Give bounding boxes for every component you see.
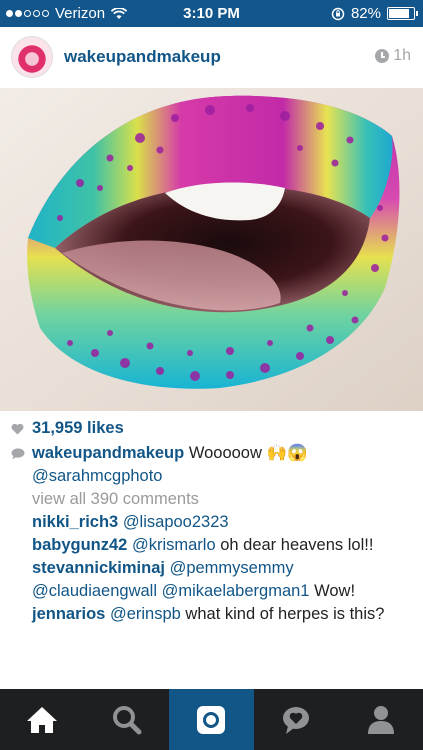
post-timestamp: 1h (375, 47, 411, 65)
comment-text: oh dear heavens lol!! (220, 536, 374, 554)
comment-mention[interactable]: @lisapoo2323 (123, 513, 229, 531)
status-bar: Verizon 3:10 PM 82% (0, 0, 423, 27)
battery-level (389, 9, 409, 18)
comment-text: what kind of herpes is this? (185, 605, 385, 623)
comment-row: jennarios @erinspb what kind of herpes i… (10, 603, 413, 626)
likes-count: 31,959 likes (32, 419, 124, 437)
comment-username[interactable]: babygunz42 (32, 536, 127, 554)
comment-username[interactable]: stevannickiminaj (32, 559, 165, 577)
comment-username[interactable]: nikki_rich3 (32, 513, 118, 531)
tab-home[interactable] (0, 689, 85, 750)
comment-row: babygunz42 @krismarlo oh dear heavens lo… (10, 534, 413, 557)
time-ago-label: 1h (393, 47, 411, 64)
caption-emoji: 🙌😱 (266, 444, 308, 462)
orientation-lock-icon (331, 7, 345, 20)
clock-icon (375, 49, 390, 63)
battery-icon (387, 7, 418, 20)
avatar[interactable] (11, 36, 53, 78)
bottom-tab-bar (0, 689, 423, 750)
heart-icon (11, 423, 24, 435)
comment-mention[interactable]: @erinspb (110, 605, 181, 623)
post-header: wakeupandmakeup 1h (0, 27, 423, 88)
lips-photo (0, 88, 423, 411)
tab-search[interactable] (85, 689, 170, 750)
caption-username[interactable]: wakeupandmakeup (32, 444, 184, 462)
tab-profile[interactable] (338, 689, 423, 750)
search-icon (112, 705, 142, 734)
battery-percent: 82% (350, 5, 381, 22)
view-all-comments-link[interactable]: view all 390 comments (10, 488, 413, 511)
battery-area: 82% (331, 5, 418, 22)
caption: wakeupandmakeup Wooooow 🙌😱 @sarahmcgphot… (10, 442, 413, 488)
post-meta: 31,959 likes wakeupandmakeup Wooooow 🙌😱 … (0, 411, 423, 626)
comment-username[interactable]: jennarios (32, 605, 105, 623)
comment-row: nikki_rich3 @lisapoo2323 (10, 511, 413, 534)
comment-mention[interactable]: @krismarlo (132, 536, 216, 554)
post-username[interactable]: wakeupandmakeup (64, 47, 221, 67)
likes-row[interactable]: 31,959 likes (10, 417, 413, 440)
tab-activity[interactable] (254, 689, 339, 750)
caption-mention[interactable]: @sarahmcgphoto (32, 467, 163, 485)
post-photo[interactable] (0, 88, 423, 411)
comment-text: Wow! (314, 582, 356, 600)
activity-icon (283, 706, 310, 734)
tab-camera[interactable] (169, 689, 254, 750)
camera-icon (197, 705, 226, 734)
comment-row: stevannickiminaj @pemmysemmy @claudiaeng… (10, 557, 413, 603)
caption-text: Wooooow (188, 444, 262, 462)
profile-icon (367, 705, 394, 734)
home-icon (27, 706, 58, 733)
comment-bubble-icon (11, 448, 25, 460)
